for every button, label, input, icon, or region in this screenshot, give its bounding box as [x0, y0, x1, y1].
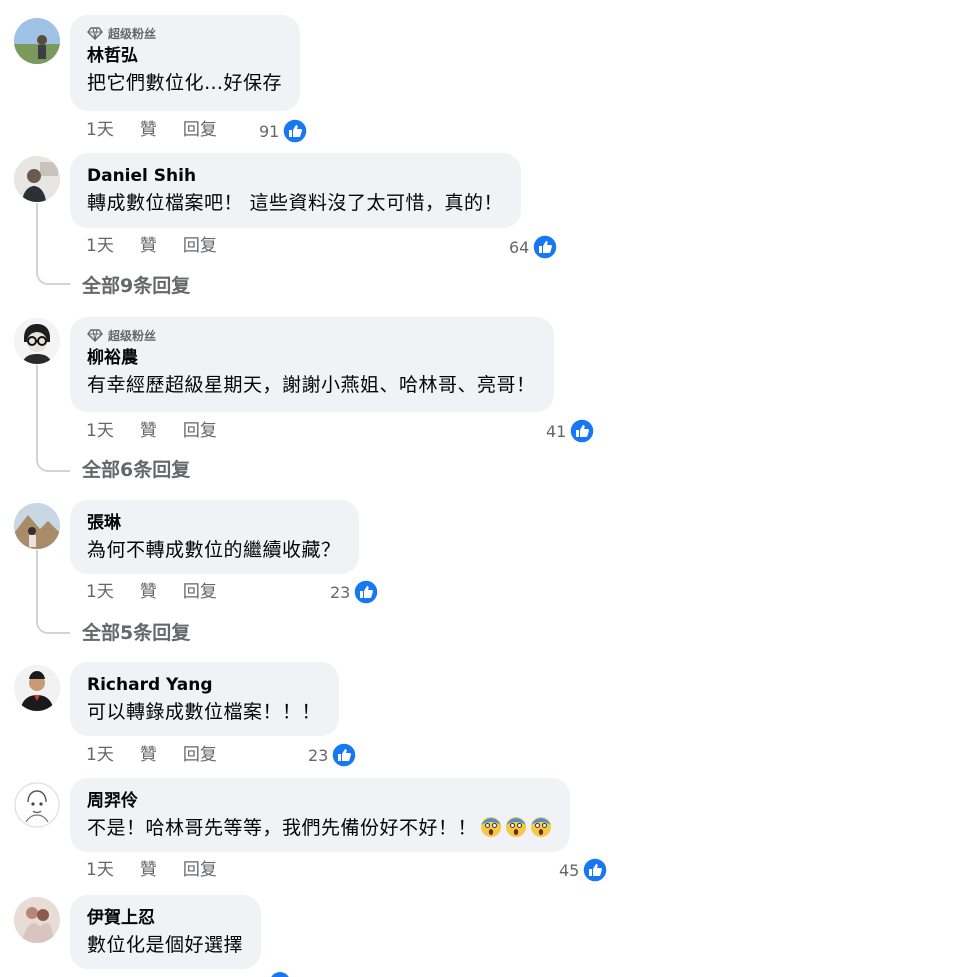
reaction-count[interactable]: 23 [308, 742, 358, 768]
reaction-number: 23 [330, 582, 351, 602]
reply-button[interactable]: 回复 [183, 858, 217, 882]
author-name[interactable]: 柳裕農 [87, 346, 536, 370]
view-all-replies-link[interactable]: 全部5条回复 [82, 620, 190, 646]
avatar[interactable] [14, 318, 60, 364]
super-fan-badge: 超级粉丝 [87, 327, 536, 343]
timestamp[interactable]: 1天 [86, 118, 114, 142]
comment-bubble: Richard Yang 可以轉錄成數位檔案！！！ [70, 662, 340, 736]
comment-text: 轉成數位檔案吧！ 這些資料沒了太可惜，真的！ [87, 192, 504, 214]
screaming-face-emoji [531, 817, 552, 837]
reaction-number: 91 [259, 121, 280, 141]
like-button[interactable]: 贊 [140, 234, 157, 258]
timestamp[interactable]: 1天 [86, 858, 114, 882]
reaction-count[interactable]: 23 [330, 579, 380, 605]
thumbs-up-icon [270, 972, 290, 977]
comment-bubble: 周羿伶 不是！哈林哥先等等，我們先備份好不好！！ [70, 778, 571, 852]
comment-bubble: 伊賀上忍 數位化是個好選擇 [70, 895, 262, 969]
comment-bubble: 超级粉丝 林哲弘 把它們數位化…好保存 [70, 15, 301, 111]
view-all-replies-link[interactable]: 全部6条回复 [82, 457, 190, 483]
reaction-count[interactable]: 91 [259, 118, 309, 144]
screaming-face-emoji [506, 817, 527, 837]
comment-text: 有幸經歷超級星期天，謝謝小燕姐、哈林哥、亮哥！ [87, 374, 536, 396]
thumbs-up-icon [282, 118, 309, 144]
thumbs-up-icon [353, 579, 380, 605]
reaction-count[interactable]: 41 [546, 418, 596, 444]
avatar[interactable] [14, 503, 60, 549]
reply-button[interactable]: 回复 [183, 580, 217, 604]
thread-connector [36, 550, 70, 634]
like-button[interactable]: 贊 [140, 419, 157, 443]
comment-actions: 1天 贊 回复 [86, 743, 243, 767]
comment-bubble: Daniel Shih 轉成數位檔案吧！ 這些資料沒了太可惜，真的！ [70, 153, 522, 228]
author-name[interactable]: 張琳 [87, 511, 341, 535]
author-name[interactable]: 林哲弘 [87, 44, 282, 68]
reply-button[interactable]: 回复 [183, 234, 217, 258]
timestamp[interactable]: 1天 [86, 580, 114, 604]
reaction-number: 64 [509, 237, 530, 257]
author-name[interactable]: 周羿伶 [87, 789, 552, 813]
reaction-count[interactable]: 45 [559, 857, 609, 883]
like-button[interactable]: 贊 [140, 580, 157, 604]
author-name[interactable]: Richard Yang [87, 673, 321, 697]
reply-button[interactable]: 回复 [183, 743, 217, 767]
thumbs-up-icon [331, 742, 358, 768]
thumbs-up-icon [569, 418, 596, 444]
reaction-number: 41 [546, 421, 567, 441]
comment-text-content: 不是！哈林哥先等等，我們先備份好不好！！ [87, 817, 478, 839]
comment-text: 可以轉錄成數位檔案！！！ [87, 701, 322, 723]
diamond-icon [87, 329, 103, 342]
comment-bubble: 張琳 為何不轉成數位的繼續收藏？ [70, 500, 359, 574]
badge-label: 超级粉丝 [108, 26, 157, 41]
diamond-icon [87, 27, 103, 40]
screaming-face-emoji [481, 817, 502, 837]
comment-actions: 1天 贊 回复 [86, 118, 243, 142]
like-button[interactable]: 贊 [140, 743, 157, 767]
timestamp[interactable]: 1天 [86, 743, 114, 767]
comment-text: 不是！哈林哥先等等，我們先備份好不好！！ [87, 813, 552, 843]
reply-button[interactable]: 回复 [183, 118, 217, 142]
comment-actions: 1天 贊 回复 [86, 419, 243, 443]
comment-actions: 1天 贊 回复 [86, 234, 243, 258]
avatar[interactable] [14, 18, 60, 64]
avatar[interactable] [14, 782, 60, 828]
comment-text: 把它們數位化…好保存 [87, 72, 283, 94]
thumbs-up-icon [582, 857, 609, 883]
comment-actions: 1天 贊 回复 [86, 580, 243, 604]
reaction-count[interactable]: 64 [509, 234, 559, 260]
timestamp[interactable]: 1天 [86, 234, 114, 258]
badge-label: 超级粉丝 [108, 328, 157, 343]
comment-bubble: 超级粉丝 柳裕農 有幸經歷超級星期天，謝謝小燕姐、哈林哥、亮哥！ [70, 317, 554, 412]
avatar[interactable] [14, 156, 60, 202]
avatar[interactable] [14, 665, 60, 711]
super-fan-badge: 超级粉丝 [87, 25, 282, 41]
author-name[interactable]: 伊賀上忍 [87, 906, 243, 930]
timestamp[interactable]: 1天 [86, 419, 114, 443]
reaction-number: 23 [308, 745, 329, 765]
comment-actions: 1天 贊 回复 [86, 858, 243, 882]
avatar[interactable] [14, 897, 60, 943]
comment-text: 為何不轉成數位的繼續收藏？ [87, 539, 341, 561]
thread-connector [36, 203, 70, 285]
comment-thread: 超级粉丝 林哲弘 把它們數位化…好保存 1天 贊 回复 91 Daniel Sh… [0, 0, 960, 977]
view-all-replies-link[interactable]: 全部9条回复 [82, 273, 190, 299]
reaction-number: 45 [559, 860, 580, 880]
author-name[interactable]: Daniel Shih [87, 164, 503, 188]
thread-connector [36, 365, 70, 472]
like-button[interactable]: 贊 [140, 858, 157, 882]
like-button[interactable]: 贊 [140, 118, 157, 142]
thumbs-up-icon [532, 234, 559, 260]
reply-button[interactable]: 回复 [183, 419, 217, 443]
comment-text: 數位化是個好選擇 [87, 934, 244, 956]
